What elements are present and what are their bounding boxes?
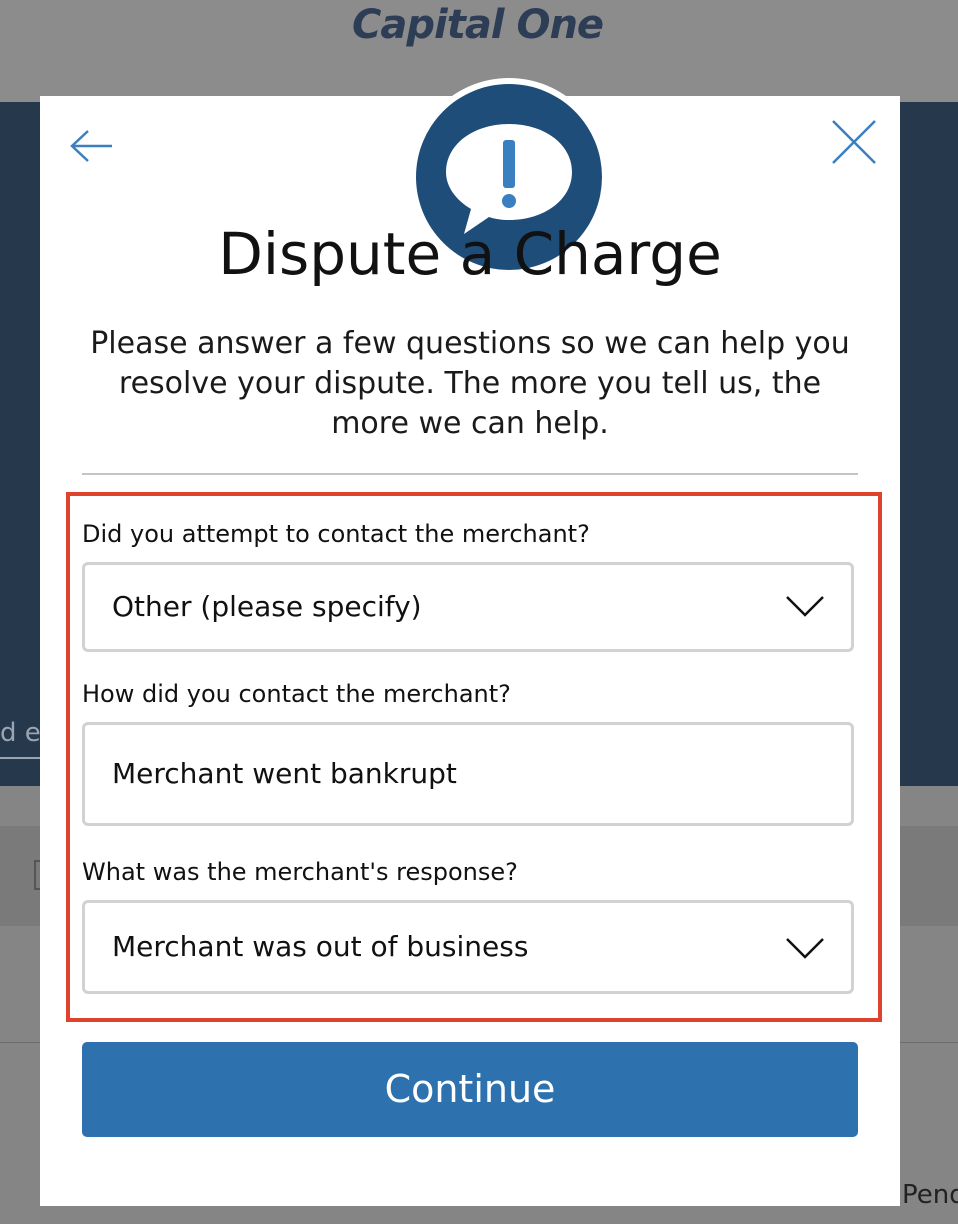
- background-logo: Capital One: [352, 2, 604, 48]
- select-value: Merchant was out of business: [112, 930, 529, 963]
- close-icon[interactable]: [830, 118, 878, 166]
- merchant-response-select[interactable]: Merchant was out of business: [82, 900, 854, 994]
- chevron-down-icon[interactable]: [785, 935, 825, 961]
- question-label-contact-attempt: Did you attempt to contact the merchant?: [82, 520, 590, 548]
- background-status-text: Pend: [902, 1180, 958, 1210]
- modal-subtitle: Please answer a few questions so we can …: [90, 326, 850, 441]
- question-label-merchant-response: What was the merchant's response?: [82, 858, 518, 886]
- divider: [82, 473, 858, 475]
- contact-method-input[interactable]: Merchant went bankrupt: [82, 722, 854, 826]
- dispute-modal: Dispute a Charge Please answer a few que…: [40, 78, 900, 1206]
- continue-button[interactable]: Continue: [82, 1042, 858, 1137]
- background-underline: [0, 757, 40, 759]
- question-label-contact-method: How did you contact the merchant?: [82, 680, 511, 708]
- arrow-left-icon[interactable]: [70, 128, 114, 164]
- contact-attempt-select[interactable]: Other (please specify): [82, 562, 854, 652]
- input-value: Merchant went bankrupt: [112, 757, 457, 790]
- select-value: Other (please specify): [112, 590, 422, 623]
- chevron-down-icon[interactable]: [785, 593, 825, 619]
- modal-title: Dispute a Charge: [218, 220, 722, 288]
